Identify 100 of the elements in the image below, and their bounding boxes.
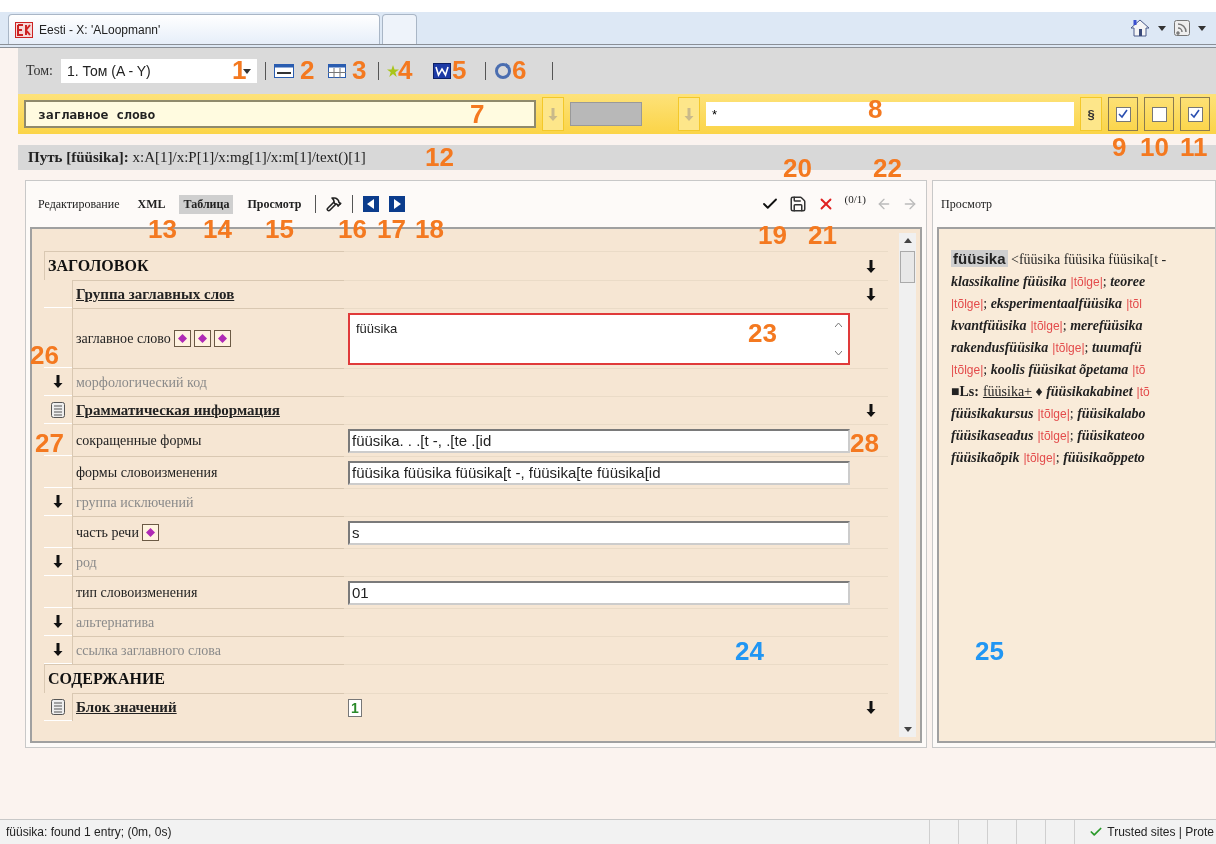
- optional-label: ссылка заглавного слова: [76, 642, 221, 659]
- callout-number: 10: [1140, 136, 1169, 158]
- disabled-field: [570, 102, 642, 126]
- field-label: сокращенные формы: [76, 432, 202, 449]
- scroll-arrows-icon[interactable]: [835, 320, 842, 357]
- checkbox[interactable]: [1151, 106, 1167, 122]
- preview-line: füüsika <füüsika füüsika füüsika[t -: [951, 249, 1168, 269]
- down-arrow-icon[interactable]: [53, 495, 63, 508]
- scroll-down-icon[interactable]: [903, 727, 912, 733]
- preview-line: füüsikaseadus |tõlge|; füüsikateoo: [951, 427, 1146, 445]
- input-field[interactable]: füüsika. . .[t -, .[te .[id: [348, 428, 850, 453]
- scrollbar[interactable]: [899, 233, 916, 737]
- optional-label: альтернатива: [76, 614, 155, 631]
- save-icon[interactable]: [788, 195, 807, 213]
- volume-label: Том:: [26, 63, 53, 79]
- checkbox[interactable]: [1187, 106, 1203, 122]
- field-label: заглавное слово: [76, 330, 171, 347]
- section-heading: СОДЕРЖАНИЕ: [48, 670, 166, 688]
- section-heading: ЗАГОЛОВОК: [48, 257, 149, 275]
- security-zone: Trusted sites | Prote: [1107, 825, 1214, 839]
- down-arrow-icon[interactable]: [53, 643, 63, 656]
- preview-line: kvantfüüsika |tõlge|; merefüüsika: [951, 317, 1144, 335]
- callout-number: 20: [783, 157, 812, 179]
- entry-counter: (0/1): [844, 193, 866, 205]
- hammer-icon[interactable]: [326, 196, 343, 212]
- star-icon[interactable]: [387, 65, 399, 77]
- callout-number: 21: [808, 224, 837, 246]
- home-icon[interactable]: [1130, 19, 1150, 37]
- callout-number: 16: [338, 218, 367, 240]
- diamond-button[interactable]: [141, 524, 159, 541]
- callout-number: 1: [232, 59, 247, 81]
- down-arrow-icon[interactable]: [866, 259, 876, 273]
- callout-number: 18: [415, 218, 444, 240]
- callout-number: 2: [300, 59, 315, 81]
- card-icon[interactable]: [274, 64, 294, 78]
- caret-icon[interactable]: [1158, 25, 1166, 31]
- field-label: формы словоизменения: [76, 464, 218, 481]
- group-heading: Группа заглавных слов: [76, 286, 235, 303]
- callout-number: 28: [850, 432, 879, 454]
- count-badge: 1: [348, 698, 362, 717]
- preview-line: rakendusfüüsika |tõlge|; tuumafü: [951, 339, 1143, 357]
- field-label: тип словоизменения: [76, 584, 198, 601]
- caret-icon[interactable]: [1198, 25, 1206, 31]
- checkbox[interactable]: [1115, 106, 1131, 122]
- preview-line: klassikaline füüsika |tõlge|; teoree: [951, 273, 1147, 291]
- diamond-button[interactable]: [173, 330, 191, 347]
- scroll-thumb[interactable]: [900, 251, 915, 283]
- callout-number: 3: [352, 59, 367, 81]
- group-heading: Блок значений: [76, 699, 177, 716]
- next-icon[interactable]: [389, 196, 406, 212]
- down-arrow-icon[interactable]: [866, 288, 876, 301]
- preview-line: füüsikaõpik |tõlge|; füüsikaõppeto: [951, 449, 1146, 467]
- editor-tab[interactable]: XML: [133, 194, 170, 214]
- document-icon[interactable]: [51, 401, 65, 418]
- diamond-icon: [145, 528, 155, 537]
- callout-number: 4: [398, 59, 413, 81]
- input-field[interactable]: füüsika füüsika füüsika[t -, füüsika[te füüsika[id: [348, 460, 850, 485]
- browser-tab[interactable]: Eesti - X: 'ALoopmann': [8, 14, 380, 44]
- callout-number: 11: [1180, 136, 1208, 158]
- optional-label: группа исключений: [76, 494, 194, 511]
- diamond-button[interactable]: [213, 330, 231, 347]
- callout-number: 6: [512, 59, 527, 81]
- down-arrow-icon[interactable]: [866, 404, 876, 417]
- callout-number: 19: [758, 224, 787, 246]
- callout-number: 17: [377, 218, 406, 240]
- down-arrow-icon[interactable]: [53, 615, 63, 628]
- refresh-icon[interactable]: [494, 62, 512, 80]
- table-icon[interactable]: [328, 64, 346, 78]
- section-button[interactable]: §: [1080, 97, 1102, 131]
- feed-icon[interactable]: [1174, 20, 1190, 36]
- preview-line: |tõlge|; koolis füüsikat õpetama |tõ: [951, 361, 1147, 379]
- callout-number: 9: [1112, 136, 1127, 158]
- callout-number: 5: [452, 59, 467, 81]
- editor-tab[interactable]: Просмотр: [243, 194, 306, 214]
- callout-number: 25: [975, 640, 1004, 662]
- panel-title: Просмотр: [941, 196, 993, 212]
- optional-label: морфологический код: [76, 374, 207, 391]
- document-icon[interactable]: [51, 698, 65, 715]
- optional-label: род: [76, 554, 97, 571]
- check-icon: [1089, 825, 1104, 839]
- input-field[interactable]: s: [348, 520, 850, 545]
- document-icon[interactable]: [433, 63, 451, 79]
- callout-number: 26: [30, 344, 59, 366]
- callout-number: 13: [148, 218, 177, 240]
- down-arrow-icon[interactable]: [866, 701, 876, 714]
- input-field[interactable]: 01: [348, 580, 850, 605]
- preview-line: ■Ls: füüsika+ ♦ füüsikakabinet |tõ: [951, 383, 1151, 401]
- scroll-up-icon[interactable]: [903, 237, 912, 243]
- editor-tab[interactable]: Редактирование: [34, 194, 124, 214]
- preview-line: füüsikakursus |tõlge|; füüsikalabo: [951, 405, 1147, 423]
- down-arrow-icon[interactable]: [53, 555, 63, 568]
- callout-number: 7: [470, 103, 485, 125]
- down-arrow-icon[interactable]: [53, 375, 63, 388]
- callout-number: 14: [203, 218, 232, 240]
- previous-icon[interactable]: [363, 196, 380, 212]
- callout-number: 15: [265, 218, 294, 240]
- field-label: часть речи: [76, 524, 139, 541]
- diamond-button[interactable]: [193, 330, 211, 347]
- callout-number: 23: [748, 322, 777, 344]
- editor-tab[interactable]: Таблица: [179, 194, 234, 214]
